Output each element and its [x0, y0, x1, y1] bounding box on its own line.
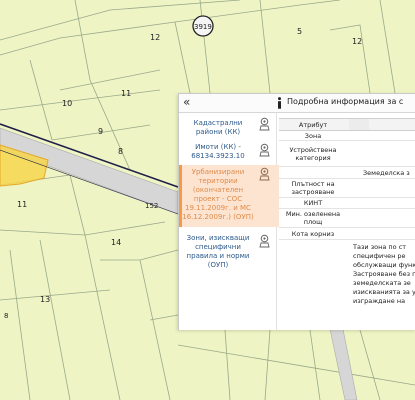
attribute-name: Устройствена категория	[289, 146, 337, 162]
parcel-label: 10	[62, 99, 72, 108]
layer-item-properties[interactable]: Имоти (КК) - 68134.3923.10	[179, 140, 276, 164]
layer-label: Зони, изискващи специфични правила и нор…	[186, 234, 250, 269]
layer-item-special-zones[interactable]: Зони, изискващи специфични правила и нор…	[179, 231, 276, 281]
parcel-label: 12	[150, 33, 160, 42]
map-pin-icon[interactable]	[259, 143, 270, 157]
table-row: Земеделска з	[279, 167, 415, 179]
info-icon	[278, 97, 281, 109]
table-row: Кота корниз	[279, 228, 415, 240]
map-pin-icon[interactable]	[259, 234, 270, 248]
popup-title: Подробна информация за с	[287, 97, 404, 106]
attribute-value: Земеделска з	[363, 169, 410, 177]
popup-header: « Подробна информация за с	[179, 94, 415, 113]
parcel-label: 13	[40, 295, 50, 304]
layer-label: Урбанизирани територии (окончателен прое…	[182, 168, 254, 221]
table-row: Мин. озеленена площ	[279, 209, 415, 228]
attribute-name: Зона	[304, 132, 322, 140]
parcel-label: 9	[98, 127, 103, 136]
map-pin-icon[interactable]	[259, 117, 270, 131]
collapse-button[interactable]: «	[183, 95, 197, 109]
parcel-id-label: 3919	[194, 23, 212, 31]
parcel-id-marker[interactable]: 3919	[192, 15, 214, 37]
table-row: Тази зона по ст специфичен ре обслужващи…	[279, 240, 415, 305]
parcel-label: 14	[111, 238, 121, 247]
parcel-label: 152	[145, 202, 158, 210]
parcel-label: 8	[4, 312, 8, 320]
layer-label: Кадастрални райони (КК)	[193, 119, 243, 136]
parcel-label: 5	[297, 27, 302, 36]
layer-item-urbanized-territories[interactable]: Урбанизирани територии (окончателен прое…	[179, 165, 279, 227]
attribute-name: Мин. озеленена площ	[285, 210, 341, 226]
column-header-attribute: Атрибут	[298, 121, 328, 129]
parcel-label: 12	[352, 37, 362, 46]
parcel-label: 11	[17, 200, 27, 209]
column-header-value	[349, 119, 369, 130]
table-row: КИНТ	[279, 198, 415, 209]
attribute-value-description: Тази зона по ст специфичен ре обслужващи…	[353, 243, 415, 305]
parcel-label: 8	[118, 147, 123, 156]
layer-item-cadastral-districts[interactable]: Кадастрални райони (КК)	[179, 113, 276, 139]
attribute-name: Плътност на застрояване	[291, 180, 335, 196]
parcel-label: 11	[121, 89, 131, 98]
layer-label: Имоти (КК) - 68134.3923.10	[191, 143, 245, 160]
attribute-name: Кота корниз	[291, 230, 335, 238]
map-pin-icon[interactable]	[259, 167, 270, 181]
info-popup: « Подробна информация за с Кадастрални р…	[178, 93, 415, 330]
attribute-name: КИНТ	[303, 199, 323, 207]
table-row: Плътност на застрояване	[279, 179, 415, 198]
table-row: Зона	[279, 130, 415, 141]
table-row: Устройствена категория	[279, 141, 415, 167]
layer-list: Кадастрални райони (КК) Имоти (КК) - 681…	[179, 113, 279, 330]
